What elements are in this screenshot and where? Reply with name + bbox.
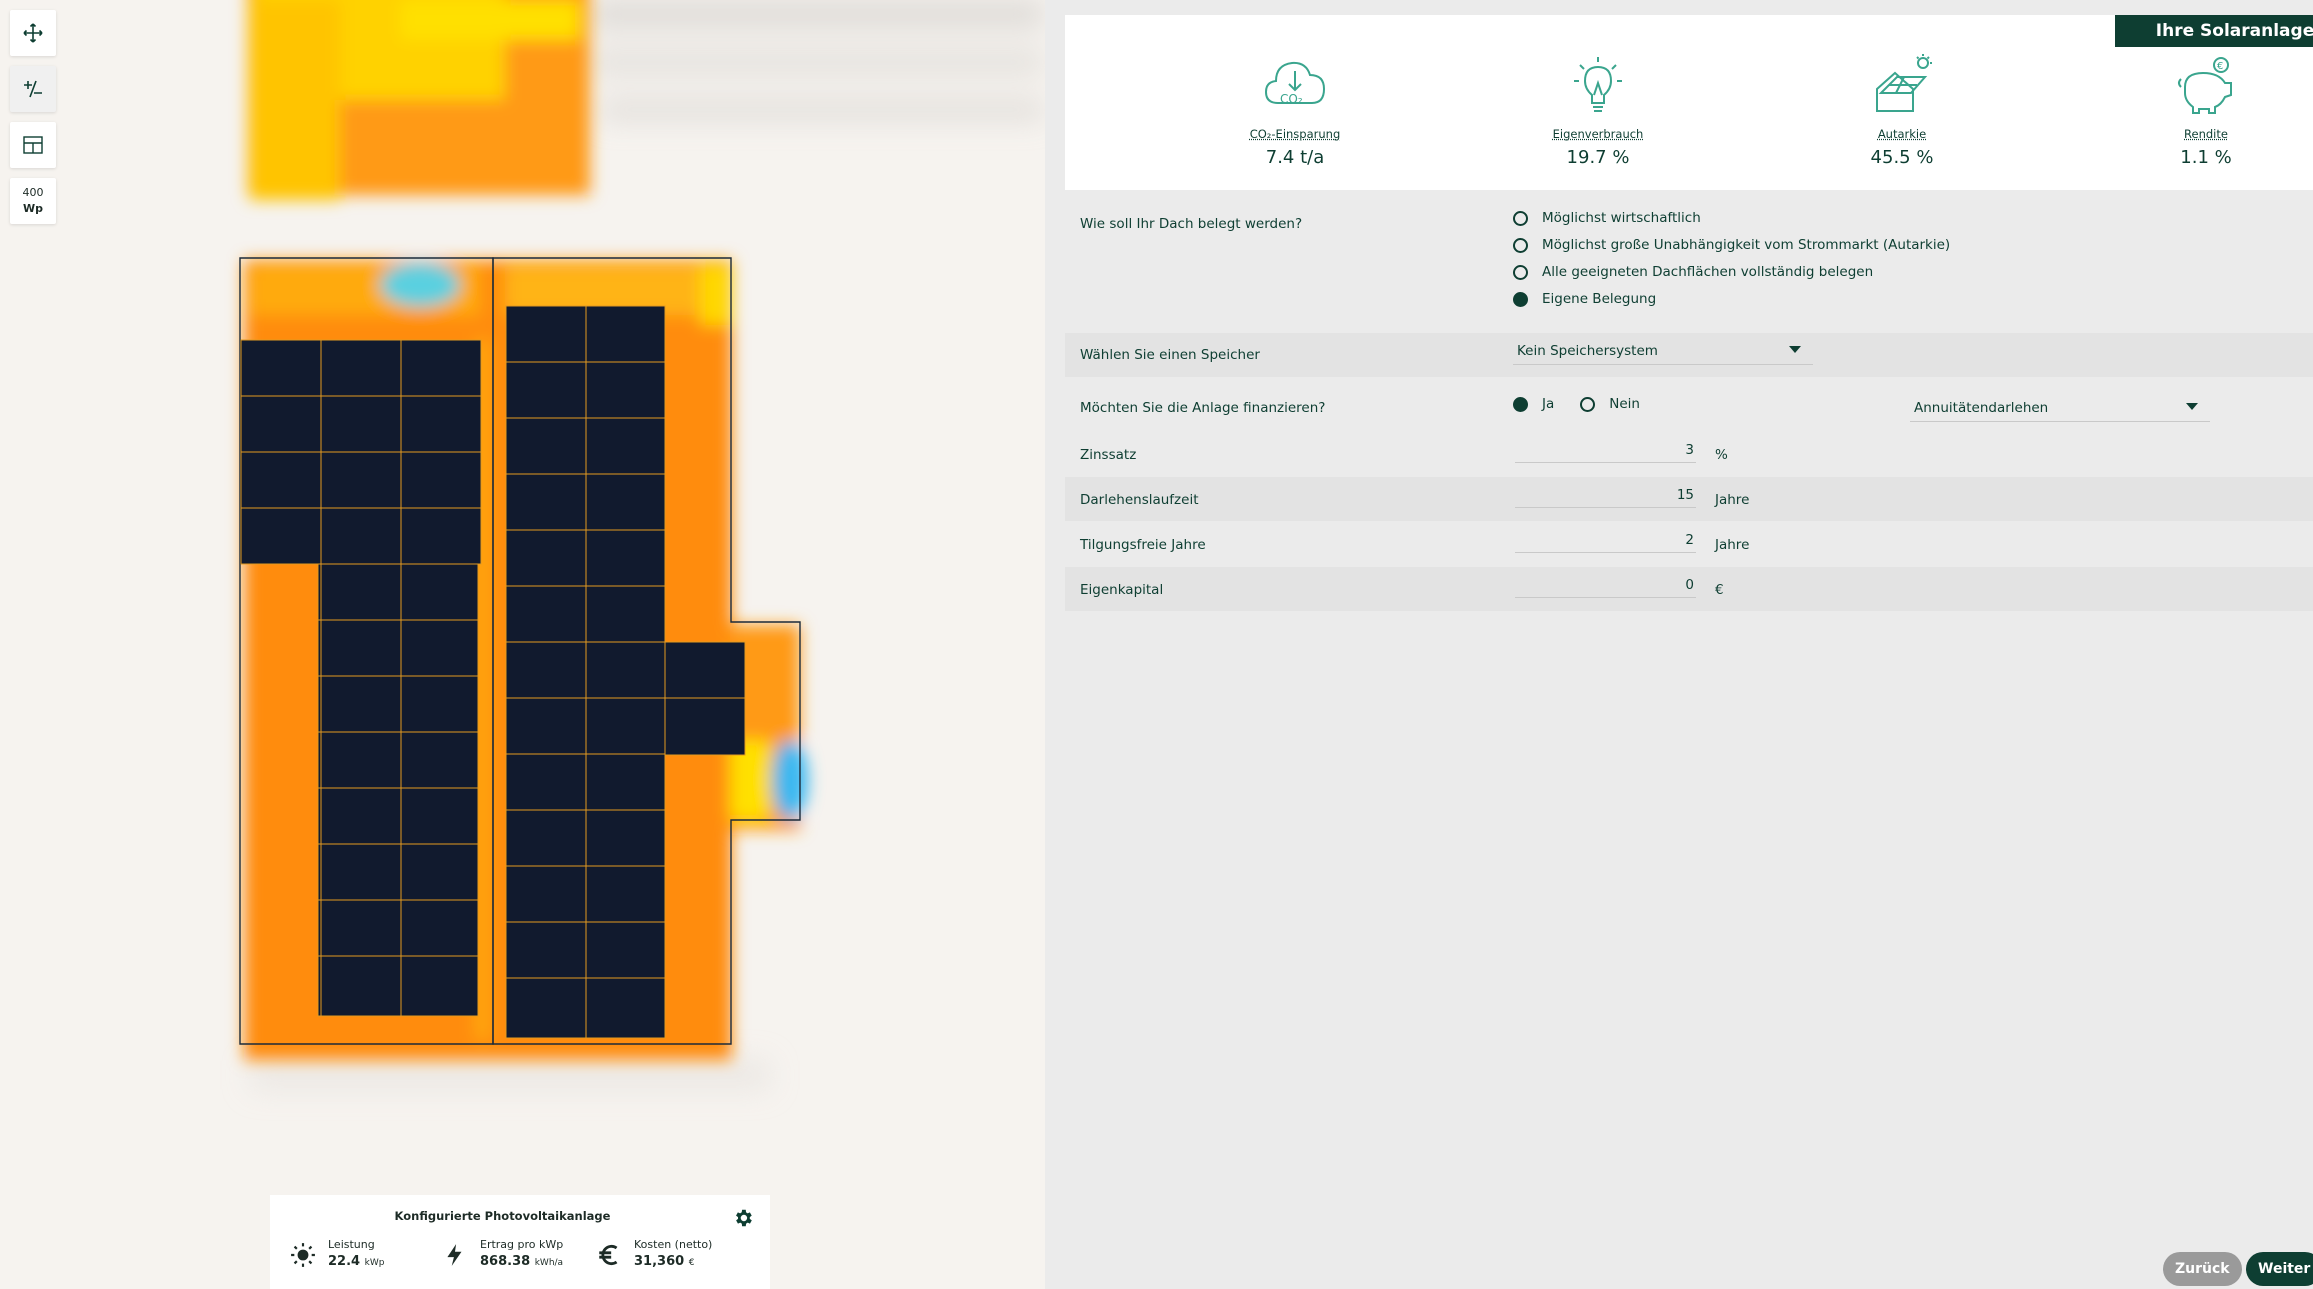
ertrag-unit: kWh/a <box>534 1258 564 1268</box>
grace-years-label: Tilgungsfreie Jahre <box>1080 537 1206 553</box>
kpi-autarkie: Autarkie 45.5 % <box>1802 53 2002 168</box>
roof-option-autarky[interactable]: Möglichst große Unabhängigkeit vom Strom… <box>1513 237 1950 253</box>
kpi-co2-label: CO₂-Einsparung <box>1249 127 1341 141</box>
storage-select-value: Kein Speichersystem <box>1517 342 1658 359</box>
plus-minus-icon <box>24 80 42 98</box>
co2-cloud-icon: CO₂ <box>1264 61 1326 106</box>
financing-options: Ja Nein <box>1513 396 1640 412</box>
kosten-unit: € <box>688 1258 695 1268</box>
module-power-button[interactable]: 400 Wp <box>10 178 56 224</box>
roof-option-autarky-label: Möglichst große Unabhängigkeit vom Strom… <box>1542 237 1951 253</box>
interest-input[interactable] <box>1515 438 1696 463</box>
equity-row: Eigenkapital € <box>1065 567 2313 611</box>
roof-option-full[interactable]: Alle geeigneten Dachflächen vollständig … <box>1513 264 1873 280</box>
configuration-panel: Ihre Solaranlage CO₂ CO₂-Einsparung 7.4 … <box>1045 0 2313 1289</box>
kpi-rendite-label: Rendite <box>2184 127 2228 141</box>
lightning-icon <box>447 1243 462 1266</box>
system-summary-card: Konfigurierte Photovoltaikanlage Leistun… <box>270 1195 770 1289</box>
grace-years-row: Tilgungsfreie Jahre Jahre <box>1065 522 2313 566</box>
kpi-co2: CO₂ CO₂-Einsparung 7.4 t/a <box>1195 53 1395 168</box>
interest-row: Zinssatz % <box>1065 432 2313 476</box>
lightbulb-icon <box>1574 57 1622 112</box>
roof-map[interactable]: 400 Wp Konfigurierte Photovoltaikanlage … <box>0 0 1045 1289</box>
financing-label: Möchten Sie die Anlage finanzieren? <box>1080 400 1326 416</box>
roof-heatmap[interactable] <box>0 0 1045 1289</box>
kpi-autarkie-value: 45.5 % <box>1870 147 1934 168</box>
radio-finance-yes[interactable] <box>1513 396 1528 412</box>
move-tool-button[interactable] <box>10 10 56 56</box>
kpi-eigenverbrauch-value: 19.7 % <box>1566 147 1630 168</box>
loan-term-input[interactable] <box>1515 483 1696 508</box>
grace-years-input[interactable] <box>1515 528 1696 553</box>
financing-row: Möchten Sie die Anlage finanzieren? Ja N… <box>1065 388 2313 432</box>
storage-row: Wählen Sie einen Speicher Kein Speichers… <box>1065 333 2313 377</box>
module-power-value: 400 <box>22 186 44 199</box>
kpi-rendite: € Rendite 1.1 % <box>2106 53 2306 168</box>
back-button[interactable]: Zurück <box>2163 1252 2242 1286</box>
leistung-unit: kWp <box>364 1258 385 1268</box>
equity-label: Eigenkapital <box>1080 582 1164 598</box>
svg-text:€: € <box>2217 61 2223 72</box>
radio-economic[interactable] <box>1513 210 1528 226</box>
roof-option-custom-label: Eigene Belegung <box>1542 291 1657 307</box>
sun-icon <box>291 1242 315 1267</box>
svg-text:CO₂: CO₂ <box>1280 92 1303 106</box>
roof-question: Wie soll Ihr Dach belegt werden? <box>1080 216 1303 232</box>
grace-years-unit: Jahre <box>1715 537 1750 553</box>
metric-leistung: Leistung 22.4 kWp <box>290 1237 384 1272</box>
kosten-value: 31,360 <box>634 1254 685 1269</box>
module-power-unit: Wp <box>22 202 43 215</box>
storage-label: Wählen Sie einen Speicher <box>1080 347 1260 363</box>
chevron-down-icon <box>2186 403 2198 410</box>
kpi-co2-value: 7.4 t/a <box>1265 147 1325 168</box>
leistung-label: Leistung <box>328 1238 375 1251</box>
add-remove-tool-button[interactable] <box>10 66 56 112</box>
metric-ertrag: Ertrag pro kWp 868.38 kWh/a <box>442 1237 563 1272</box>
interest-label: Zinssatz <box>1080 447 1137 463</box>
module-layout-tool-button[interactable] <box>10 122 56 168</box>
kpi-card: Ihre Solaranlage CO₂ CO₂-Einsparung 7.4 … <box>1065 15 2313 190</box>
kpi-rendite-value: 1.1 % <box>2180 147 2232 168</box>
loan-term-label: Darlehenslaufzeit <box>1080 492 1199 508</box>
loan-term-unit: Jahre <box>1715 492 1750 508</box>
kpi-autarkie-label: Autarkie <box>1877 127 1927 141</box>
ertrag-label: Ertrag pro kWp <box>480 1238 564 1251</box>
heatmap-roof-top <box>248 0 590 200</box>
radio-finance-no[interactable] <box>1580 396 1596 412</box>
loan-type-select[interactable]: Annuitätendarlehen <box>1910 394 2210 422</box>
radio-autarky[interactable] <box>1513 237 1528 253</box>
roof-option-custom[interactable]: Eigene Belegung <box>1513 291 1656 307</box>
euro-icon <box>599 1244 618 1265</box>
roof-assignment-section: Wie soll Ihr Dach belegt werden? Möglich… <box>1065 206 2313 326</box>
equity-unit: € <box>1715 582 1724 598</box>
roof-option-economic-label: Möglichst wirtschaftlich <box>1542 210 1701 226</box>
summary-title: Konfigurierte Photovoltaikanlage <box>394 1209 611 1223</box>
next-button[interactable]: Weiter <box>2246 1252 2313 1286</box>
solar-system-tag: Ihre Solaranlage <box>2115 15 2313 47</box>
ertrag-value: 868.38 <box>480 1254 531 1269</box>
kpi-eigenverbrauch: Eigenverbrauch 19.7 % <box>1498 53 1698 168</box>
roof-option-full-label: Alle geeigneten Dachflächen vollständig … <box>1542 264 1874 280</box>
finance-no-label: Nein <box>1609 396 1640 412</box>
panel-grid-icon <box>23 136 43 154</box>
settings-gear-icon[interactable] <box>732 1207 754 1229</box>
radio-custom[interactable] <box>1513 291 1528 307</box>
loan-term-row: Darlehenslaufzeit Jahre <box>1065 477 2313 521</box>
finance-yes-label: Ja <box>1542 396 1555 412</box>
storage-select[interactable]: Kein Speichersystem <box>1513 337 1813 365</box>
move-icon <box>23 23 43 43</box>
chevron-down-icon <box>1789 346 1801 353</box>
kosten-label: Kosten (netto) <box>634 1238 713 1251</box>
solar-house-icon <box>1876 54 1932 112</box>
equity-input[interactable] <box>1515 573 1696 598</box>
kpi-eigenverbrauch-label: Eigenverbrauch <box>1552 127 1644 141</box>
piggy-bank-icon: € <box>2178 57 2232 114</box>
interest-unit: % <box>1715 447 1728 463</box>
radio-full[interactable] <box>1513 264 1528 280</box>
leistung-value: 22.4 <box>328 1254 361 1269</box>
metric-kosten: Kosten (netto) 31,360 € <box>596 1237 712 1272</box>
loan-type-value: Annuitätendarlehen <box>1914 399 2049 416</box>
roof-option-economic[interactable]: Möglichst wirtschaftlich <box>1513 210 1701 226</box>
